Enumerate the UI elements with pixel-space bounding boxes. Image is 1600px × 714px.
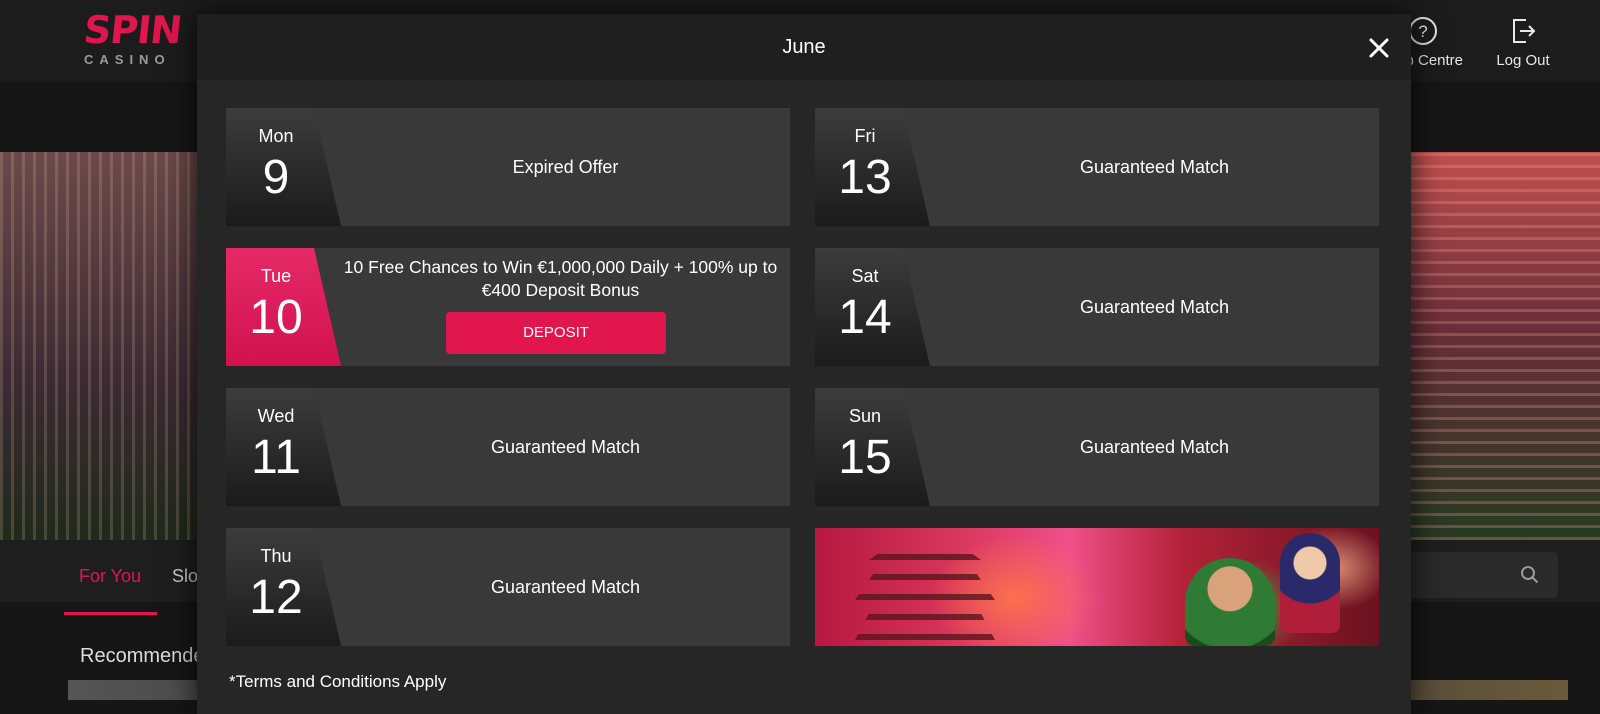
day-card-fri-13[interactable]: Fri 13 Guaranteed Match <box>815 108 1379 226</box>
day-number: 13 <box>838 151 892 204</box>
day-badge: Sun 15 <box>815 388 930 506</box>
close-icon[interactable] <box>1367 36 1391 60</box>
day-card-mon-9[interactable]: Mon 9 Expired Offer <box>226 108 790 226</box>
day-card-tue-10[interactable]: Tue 10 10 Free Chances to Win €1,000,000… <box>226 248 790 366</box>
day-number: 15 <box>838 431 892 484</box>
day-card-sun-15[interactable]: Sun 15 Guaranteed Match <box>815 388 1379 506</box>
weekday-label: Tue <box>260 266 292 286</box>
offer-text: Guaranteed Match <box>490 576 641 597</box>
day-card-wed-11[interactable]: Wed 11 Guaranteed Match <box>226 388 790 506</box>
day-badge: Mon 9 <box>226 108 341 226</box>
day-badge: Thu 12 <box>226 528 341 646</box>
logo-subtext: CASINO <box>84 52 171 67</box>
day-number: 12 <box>249 571 303 624</box>
day-card-sat-14[interactable]: Sat 14 Guaranteed Match <box>815 248 1379 366</box>
offer-text: Guaranteed Match <box>1079 156 1230 177</box>
day-number: 10 <box>249 291 303 344</box>
day-badge: Tue 10 <box>226 248 341 366</box>
offer-text: 10 Free Chances to Win €1,000,000 Daily … <box>343 257 778 300</box>
weekday-label: Fri <box>854 126 876 146</box>
warrior-character-illustration <box>1185 558 1275 646</box>
weekday-label: Mon <box>258 126 294 146</box>
promotions-calendar-modal: June Mon 9 Expired Offer Tue 10 10 Free … <box>197 14 1411 714</box>
search-input[interactable] <box>1390 552 1558 598</box>
log-out-button[interactable]: Log Out <box>1478 16 1568 69</box>
day-number: 9 <box>262 151 290 204</box>
offer-text: Expired Offer <box>512 156 619 177</box>
banner-city-right-image <box>1380 152 1600 540</box>
weekday-label: Thu <box>260 546 292 566</box>
terms-note: *Terms and Conditions Apply <box>229 672 447 691</box>
offer-text: Guaranteed Match <box>1079 436 1230 457</box>
deposit-button[interactable]: DEPOSIT <box>446 312 666 354</box>
banner-city-left-image <box>0 152 200 540</box>
log-out-icon <box>1513 19 1536 43</box>
tab-for-you[interactable]: For You <box>79 566 141 587</box>
question-mark-icon: ? <box>1409 17 1437 45</box>
pagoda-illustration <box>855 540 995 640</box>
offer-text: Guaranteed Match <box>1079 296 1230 317</box>
spin-casino-logo[interactable]: SPIN CASINO <box>81 8 184 72</box>
weekday-label: Sat <box>851 266 879 286</box>
svg-text:?: ? <box>1418 22 1427 41</box>
weekday-label: Wed <box>257 406 295 426</box>
logo-text: SPIN <box>81 8 184 52</box>
active-tab-indicator <box>64 612 157 615</box>
lady-character-illustration <box>1280 533 1340 633</box>
day-badge: Wed 11 <box>226 388 341 506</box>
weekday-label: Sun <box>848 406 882 426</box>
section-title: Recommended <box>80 645 216 667</box>
modal-title: June <box>782 36 826 58</box>
day-badge: Sat 14 <box>815 248 930 366</box>
day-number: 11 <box>251 431 301 484</box>
day-card-thu-12[interactable]: Thu 12 Guaranteed Match <box>226 528 790 646</box>
search-icon <box>1521 566 1539 584</box>
day-number: 14 <box>838 291 892 344</box>
log-out-label: Log Out <box>1496 52 1550 69</box>
modal-header: June <box>197 14 1411 80</box>
promo-game-banner[interactable] <box>815 528 1379 646</box>
offer-text: Guaranteed Match <box>490 436 641 457</box>
day-badge: Fri 13 <box>815 108 930 226</box>
